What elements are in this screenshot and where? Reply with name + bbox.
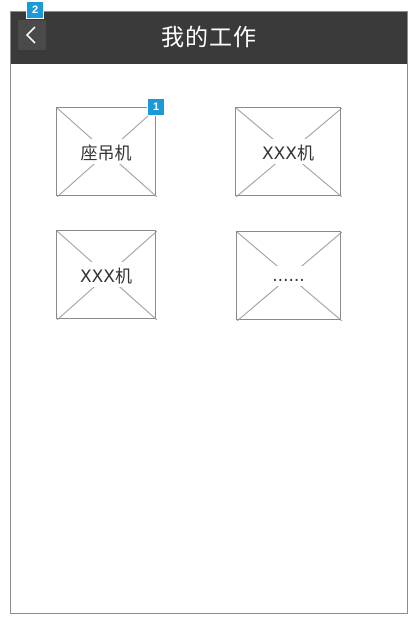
work-tile-crane[interactable]: 座吊机 (56, 107, 157, 197)
tile-label: XXX机 (260, 139, 316, 164)
page-title: 我的工作 (161, 25, 257, 51)
tile-label: ...... (270, 265, 307, 286)
tile-label: XXX机 (78, 262, 134, 287)
tile-label: 座吊机 (78, 139, 134, 164)
work-tile-more[interactable]: ...... (236, 231, 342, 321)
work-tile-xxx-2[interactable]: XXX机 (56, 230, 157, 320)
back-badge: 2 (26, 1, 44, 19)
app-header: 我的工作 (11, 12, 407, 64)
work-tile-xxx-1[interactable]: XXX机 (235, 107, 342, 197)
tile-badge: 1 (147, 98, 165, 116)
